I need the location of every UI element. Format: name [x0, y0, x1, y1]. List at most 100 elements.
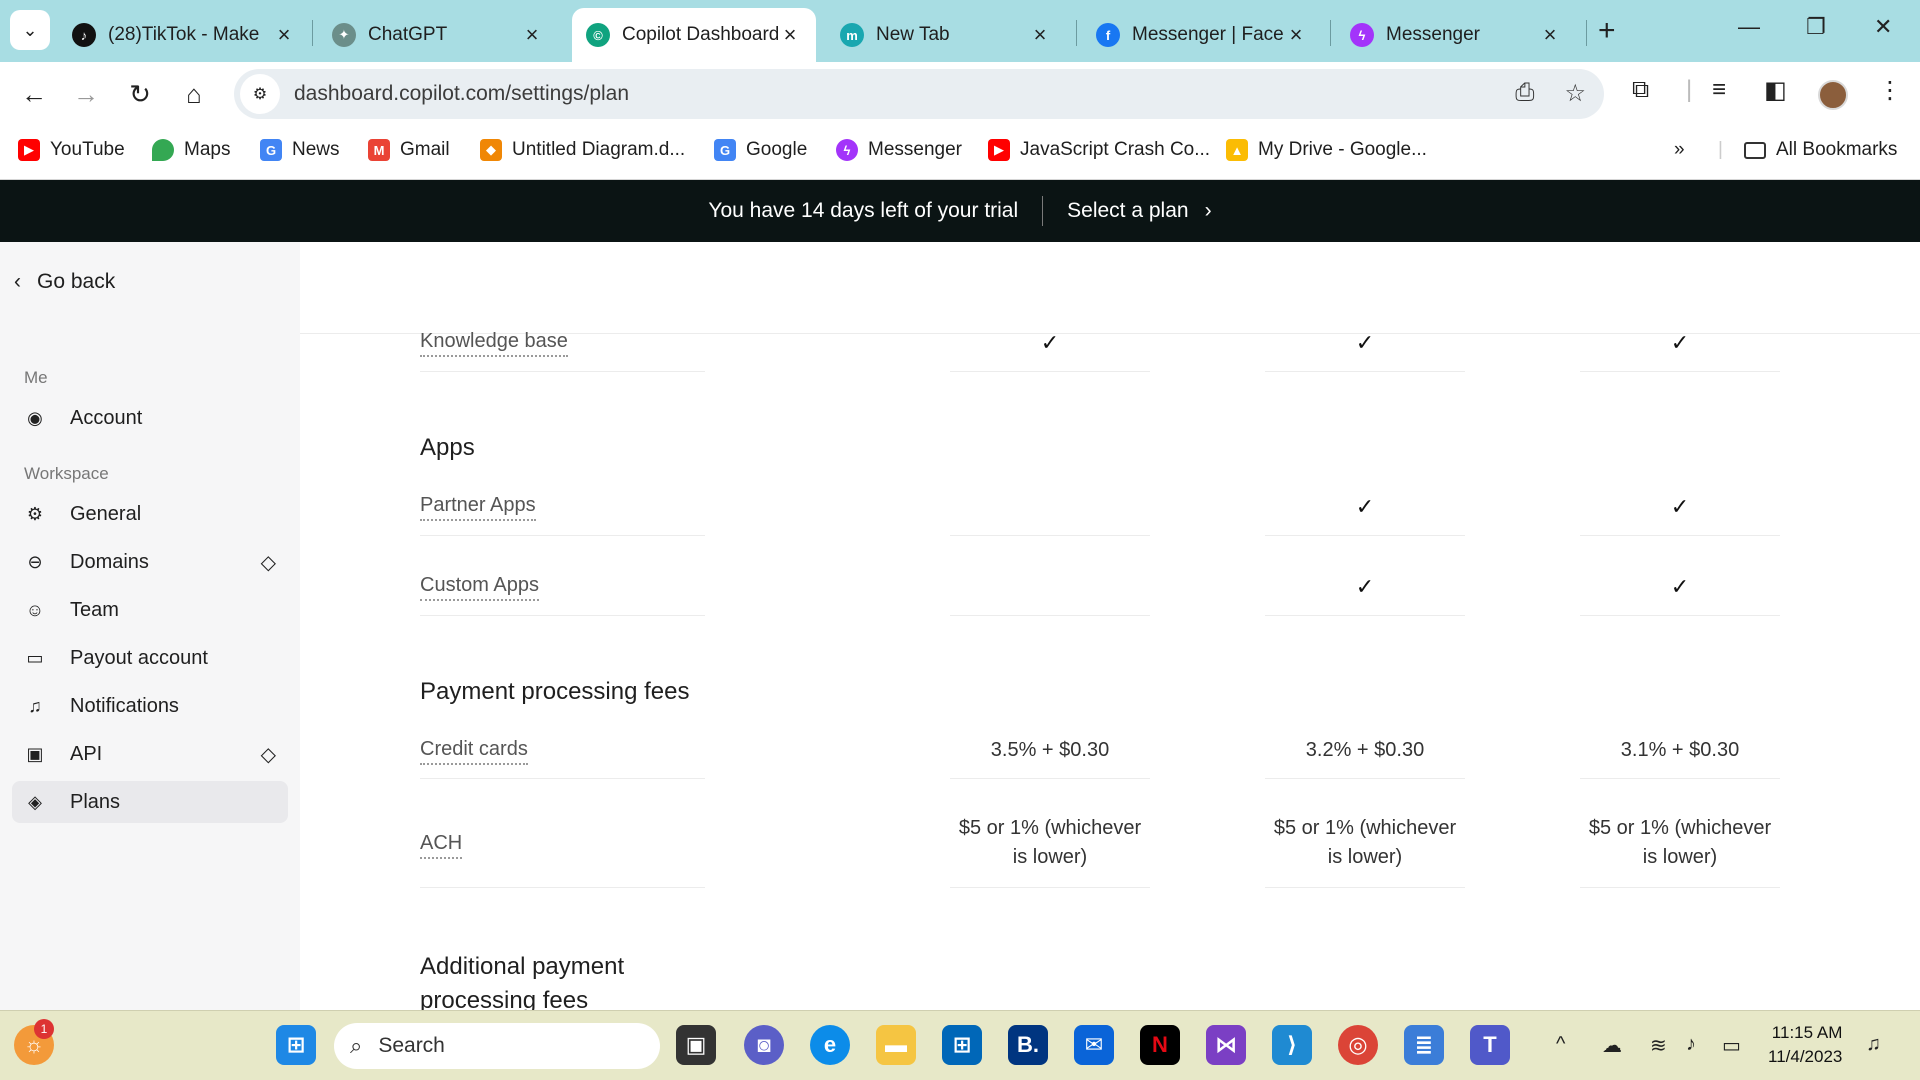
sidebar-item-general[interactable]: ⚙ General [12, 493, 288, 535]
teams-icon[interactable]: T [1470, 1025, 1510, 1065]
close-icon[interactable]: × [272, 22, 296, 48]
vscode-icon[interactable]: ⟩ [1272, 1025, 1312, 1065]
tab-copilot-dashboard[interactable]: © Copilot Dashboard × [572, 8, 816, 62]
close-window-icon[interactable]: ✕ [1874, 14, 1892, 40]
go-back-button[interactable]: ‹ Go back [14, 270, 115, 294]
address-bar[interactable]: ⚙ dashboard.copilot.com/settings/plan ⎙ … [234, 69, 1604, 119]
toolbar-divider: | [1686, 76, 1693, 103]
visual-studio-icon[interactable]: ⋈ [1206, 1025, 1246, 1065]
feature-knowledge-base[interactable]: Knowledge base [420, 330, 568, 357]
check-icon: ✓ [1670, 330, 1690, 355]
bookmark-untitled-diagram[interactable]: ◆ Untitled Diagram.d... [480, 139, 685, 161]
windows-taskbar: ☼ 1 ⊞ ⌕ Search ▣ ◙ e ▬ ⊞ B. ✉ N ⋈ ⟩ ◎ ≣ … [0, 1010, 1920, 1080]
fee-value: 3.2% + $0.30 [1305, 739, 1425, 761]
bookmark-gmail[interactable]: M Gmail [368, 139, 450, 161]
more-bookmarks-icon[interactable]: » [1674, 139, 1685, 161]
close-icon[interactable]: × [778, 22, 802, 48]
bookmark-javascript-crash-course[interactable]: ▶ JavaScript Crash Co... [988, 139, 1210, 161]
tab-messenger-facebook[interactable]: f Messenger | Faceb × [1082, 8, 1322, 62]
tab-title: New Tab [876, 24, 950, 45]
tab-messenger[interactable]: ϟ Messenger × [1336, 8, 1576, 62]
sidebar-item-api[interactable]: ▣ API ◇ [12, 733, 288, 775]
select-plan-link[interactable]: Select a plan › [1067, 199, 1211, 223]
sidebar-item-domains[interactable]: ⊖ Domains ◇ [12, 541, 288, 583]
site-info-icon[interactable]: ⚙ [240, 74, 280, 114]
sidebar-item-account[interactable]: ◉ Account [12, 397, 288, 439]
bookmark-news[interactable]: G News [260, 139, 340, 161]
onedrive-cloud-icon[interactable]: ☁ [1602, 1033, 1622, 1058]
all-bookmarks-button[interactable]: All Bookmarks [1744, 139, 1897, 161]
messenger-icon: ϟ [836, 139, 858, 161]
back-arrow-icon[interactable]: ← [16, 76, 52, 112]
bookmark-messenger[interactable]: ϟ Messenger [836, 139, 962, 161]
close-icon[interactable]: × [1538, 22, 1562, 48]
notepad-icon[interactable]: ≣ [1404, 1025, 1444, 1065]
sidebar-item-label: General [70, 502, 142, 525]
close-icon[interactable]: × [1028, 22, 1052, 48]
close-icon[interactable]: × [1284, 22, 1308, 48]
booking-icon[interactable]: B. [1008, 1025, 1048, 1065]
windows-start-icon[interactable]: ⊞ [276, 1025, 316, 1065]
minimize-icon[interactable]: — [1738, 14, 1760, 40]
microsoft-store-icon[interactable]: ⊞ [942, 1025, 982, 1065]
url-text[interactable]: dashboard.copilot.com/settings/plan [294, 82, 629, 106]
section-title-payment-processing-fees: Payment processing fees [420, 678, 690, 705]
forward-arrow-icon[interactable]: → [68, 76, 104, 112]
taskbar-search[interactable]: ⌕ Search [334, 1023, 660, 1069]
mail-icon[interactable]: ✉ [1074, 1025, 1114, 1065]
close-icon[interactable]: × [520, 22, 544, 48]
sidebar-item-plans[interactable]: ◈ Plans [12, 781, 288, 823]
edge-icon[interactable]: e [810, 1025, 850, 1065]
sidebar-item-notifications[interactable]: ♫ Notifications [12, 685, 288, 727]
check-icon: ✓ [1670, 574, 1690, 599]
install-app-icon[interactable]: ⎙ [1515, 79, 1534, 108]
sidebar-item-payout-account[interactable]: ▭ Payout account [12, 637, 288, 679]
side-panel-icon[interactable]: ◧ [1764, 76, 1787, 105]
tab-new-tab[interactable]: m New Tab × [826, 8, 1066, 62]
restore-icon[interactable]: ❐ [1806, 14, 1826, 40]
link-icon: ⊖ [27, 551, 43, 572]
volume-icon[interactable]: ♪ [1686, 1033, 1696, 1056]
tab-search-button[interactable]: ⌄ [10, 10, 50, 50]
tab-title: ChatGPT [368, 24, 448, 45]
netflix-icon[interactable]: N [1140, 1025, 1180, 1065]
task-view-icon[interactable]: ▣ [676, 1025, 716, 1065]
tab-title: Messenger [1386, 24, 1480, 45]
profile-avatar[interactable] [1818, 80, 1848, 110]
chrome-icon[interactable]: ◎ [1338, 1025, 1378, 1065]
feature-custom-apps[interactable]: Custom Apps [420, 574, 539, 601]
bookmark-maps[interactable]: Maps [152, 139, 230, 161]
new-tab-plus-icon[interactable]: + [1598, 14, 1616, 48]
tab-tiktok[interactable]: ♪ (28)TikTok - Make × [58, 8, 310, 62]
banner-divider [1042, 196, 1044, 226]
sidebar-item-team[interactable]: ☺ Team [12, 589, 288, 631]
more-menu-icon[interactable]: ⋮ [1878, 76, 1902, 105]
home-icon[interactable]: ⌂ [176, 76, 212, 112]
feature-credit-cards[interactable]: Credit cards [420, 738, 528, 765]
reload-icon[interactable]: ↻ [122, 76, 158, 112]
feature-ach[interactable]: ACH [420, 832, 463, 859]
m-icon: m [840, 23, 864, 47]
select-plan-label: Select a plan [1067, 199, 1189, 222]
bookmark-my-drive[interactable]: ▲ My Drive - Google... [1226, 139, 1427, 161]
news-icon: G [260, 139, 282, 161]
settings-sidebar: ‹ Go back Me ◉ Account Workspace ⚙ Gener… [0, 242, 300, 1010]
clock[interactable]: 11:15 AM 11/4/2023 [1768, 1021, 1842, 1069]
bookmark-google[interactable]: G Google [714, 139, 807, 161]
battery-icon[interactable]: ▭ [1722, 1033, 1741, 1058]
notification-badge: 1 [34, 1019, 54, 1039]
bookmark-star-icon[interactable]: ☆ [1564, 79, 1586, 108]
wifi-icon[interactable]: ≋ [1650, 1033, 1667, 1058]
search-placeholder: Search [378, 1034, 445, 1057]
media-control-icon[interactable]: ≡ [1712, 76, 1726, 104]
chevron-up-icon[interactable]: ^ [1556, 1033, 1565, 1056]
tab-chatgpt[interactable]: ✦ ChatGPT × [318, 8, 558, 62]
feature-partner-apps[interactable]: Partner Apps [420, 494, 536, 521]
extensions-icon[interactable]: ⧉ [1632, 76, 1649, 104]
bookmark-label: Untitled Diagram.d... [512, 139, 686, 160]
chat-icon[interactable]: ◙ [744, 1025, 784, 1065]
youtube-icon: ▶ [988, 139, 1010, 161]
file-explorer-icon[interactable]: ▬ [876, 1025, 916, 1065]
bookmark-youtube[interactable]: ▶ YouTube [18, 139, 125, 161]
notification-bell-icon[interactable]: ♫ [1866, 1033, 1881, 1056]
